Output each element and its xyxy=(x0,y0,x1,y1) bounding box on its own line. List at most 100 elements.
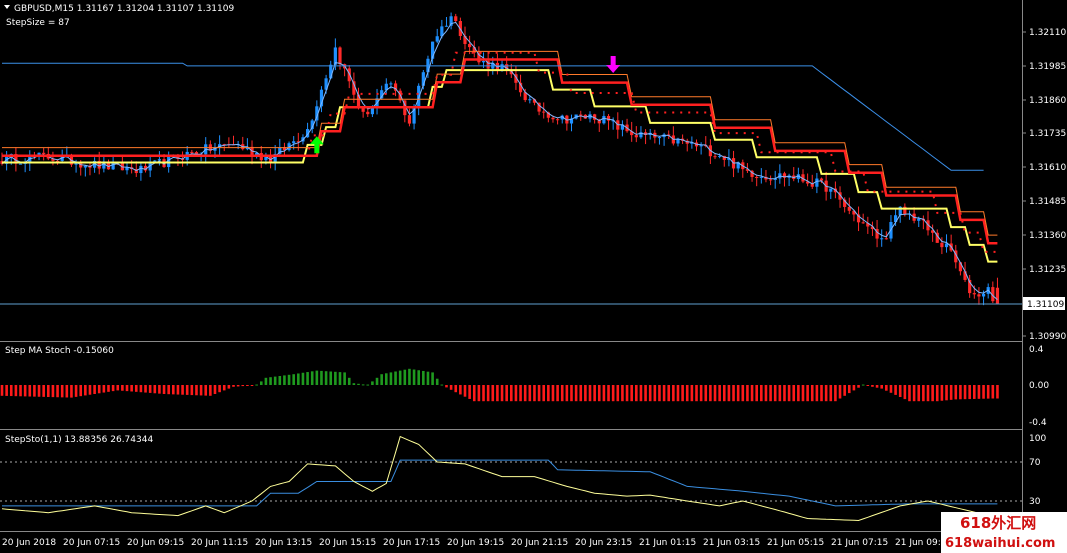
histogram-bar xyxy=(121,385,124,391)
histogram-bar xyxy=(9,385,13,397)
candle-body xyxy=(542,111,546,113)
candle-body xyxy=(444,25,449,27)
indicator1-label: Step MA Stoch -0.15060 xyxy=(5,346,114,356)
candle-body xyxy=(602,115,606,124)
histogram-bar xyxy=(630,385,633,402)
candle-body xyxy=(412,106,416,124)
histogram-bar xyxy=(269,377,272,385)
histogram-bar xyxy=(903,385,907,400)
histogram-bar xyxy=(528,385,532,402)
histogram-bar xyxy=(278,376,282,385)
svg-text:1.31360: 1.31360 xyxy=(1029,231,1066,241)
histogram-bar xyxy=(468,385,471,399)
histogram-bar xyxy=(783,385,786,402)
time-axis[interactable]: 20 Jun 2018 20 Jun 07:15 20 Jun 09:15 20… xyxy=(2,538,946,548)
histogram-bar xyxy=(713,385,717,402)
histogram-bar xyxy=(574,385,578,402)
histogram-bar xyxy=(343,372,346,385)
histogram-bar xyxy=(167,385,170,395)
histogram-bar xyxy=(236,385,240,387)
candle-body xyxy=(74,163,78,165)
histogram-bar xyxy=(384,373,388,385)
histogram-bar xyxy=(857,385,860,388)
histogram-bar xyxy=(111,385,115,392)
histogram-bar xyxy=(616,385,620,402)
histogram-bar xyxy=(760,385,763,402)
histogram-bar xyxy=(912,385,916,402)
ind2-tick: 100 xyxy=(1029,434,1046,444)
histogram-bar xyxy=(0,385,4,396)
candle-body xyxy=(981,293,986,297)
candle-body xyxy=(940,242,944,248)
histogram-bar xyxy=(639,385,643,402)
svg-text:1.31735: 1.31735 xyxy=(1029,129,1066,139)
time-label: 20 Jun 19:15 xyxy=(447,538,504,548)
chart-background xyxy=(0,0,1067,553)
histogram-bar xyxy=(551,385,555,402)
time-label: 21 Jun 01:15 xyxy=(639,538,696,548)
histogram-bar xyxy=(315,370,319,385)
price-tick: 1.31735 xyxy=(1022,129,1066,139)
histogram-bar xyxy=(685,385,689,402)
histogram-bar xyxy=(482,385,485,402)
histogram-bar xyxy=(417,370,420,385)
histogram-bar xyxy=(681,385,684,402)
histogram-bar xyxy=(514,385,518,402)
histogram-bar xyxy=(408,368,411,385)
histogram-bar xyxy=(134,385,138,392)
candle-body xyxy=(699,145,703,147)
histogram-bar xyxy=(190,385,194,396)
indicator2-label: StepSto(1,1) 13.88356 26.74344 xyxy=(5,435,153,445)
candle-body xyxy=(435,36,439,42)
candle-body xyxy=(759,176,763,178)
histogram-bar xyxy=(597,385,601,402)
histogram-bar xyxy=(838,385,842,399)
histogram-bar xyxy=(547,385,550,402)
histogram-bar xyxy=(283,375,286,385)
histogram-bar xyxy=(736,385,740,402)
candle-body xyxy=(718,155,722,157)
histogram-bar xyxy=(635,385,638,402)
histogram-bar xyxy=(755,385,758,402)
candle-body xyxy=(528,99,532,101)
histogram-bar xyxy=(885,385,888,391)
histogram-bar xyxy=(19,385,22,397)
histogram-bar xyxy=(922,385,925,402)
histogram-bar xyxy=(959,385,962,400)
histogram-bar xyxy=(347,377,351,385)
histogram-bar xyxy=(653,385,657,402)
histogram-bar xyxy=(500,385,504,402)
histogram-bar xyxy=(750,385,754,402)
ind1-tick: 0.00 xyxy=(1029,381,1049,391)
candle-body xyxy=(755,177,759,179)
histogram-bar xyxy=(746,385,749,402)
histogram-bar xyxy=(486,385,490,402)
candle-body xyxy=(768,179,773,181)
price-tick: 1.32110 xyxy=(1022,28,1066,38)
time-label: 20 Jun 23:15 xyxy=(575,538,632,548)
histogram-bar xyxy=(764,385,768,402)
histogram-bar xyxy=(371,381,374,385)
histogram-bar xyxy=(213,385,217,394)
histogram-bar xyxy=(778,385,782,402)
histogram-bar xyxy=(306,372,309,385)
histogram-bar xyxy=(199,385,203,396)
svg-text:1.32110: 1.32110 xyxy=(1029,28,1066,38)
symbol-info: GBPUSD,M15 1.31167 1.31204 1.31107 1.311… xyxy=(14,4,234,14)
mt4-chart-window[interactable]: GBPUSD,M15 1.31167 1.31204 1.31107 1.311… xyxy=(0,0,1067,553)
histogram-bar xyxy=(510,385,513,402)
histogram-bar xyxy=(560,385,564,402)
histogram-bar xyxy=(185,385,189,395)
histogram-bar xyxy=(533,385,536,402)
histogram-bar xyxy=(519,385,522,402)
histogram-bar xyxy=(847,385,851,394)
histogram-bar xyxy=(273,376,277,385)
histogram-bar xyxy=(820,385,823,402)
ind2-tick: 30 xyxy=(1029,497,1041,507)
candle-body xyxy=(880,238,884,240)
price-tick: 1.31985 xyxy=(1022,62,1066,72)
histogram-bar xyxy=(426,371,430,385)
histogram-bar xyxy=(968,385,971,400)
svg-text:1.30990: 1.30990 xyxy=(1029,332,1066,342)
histogram-bar xyxy=(949,385,953,400)
